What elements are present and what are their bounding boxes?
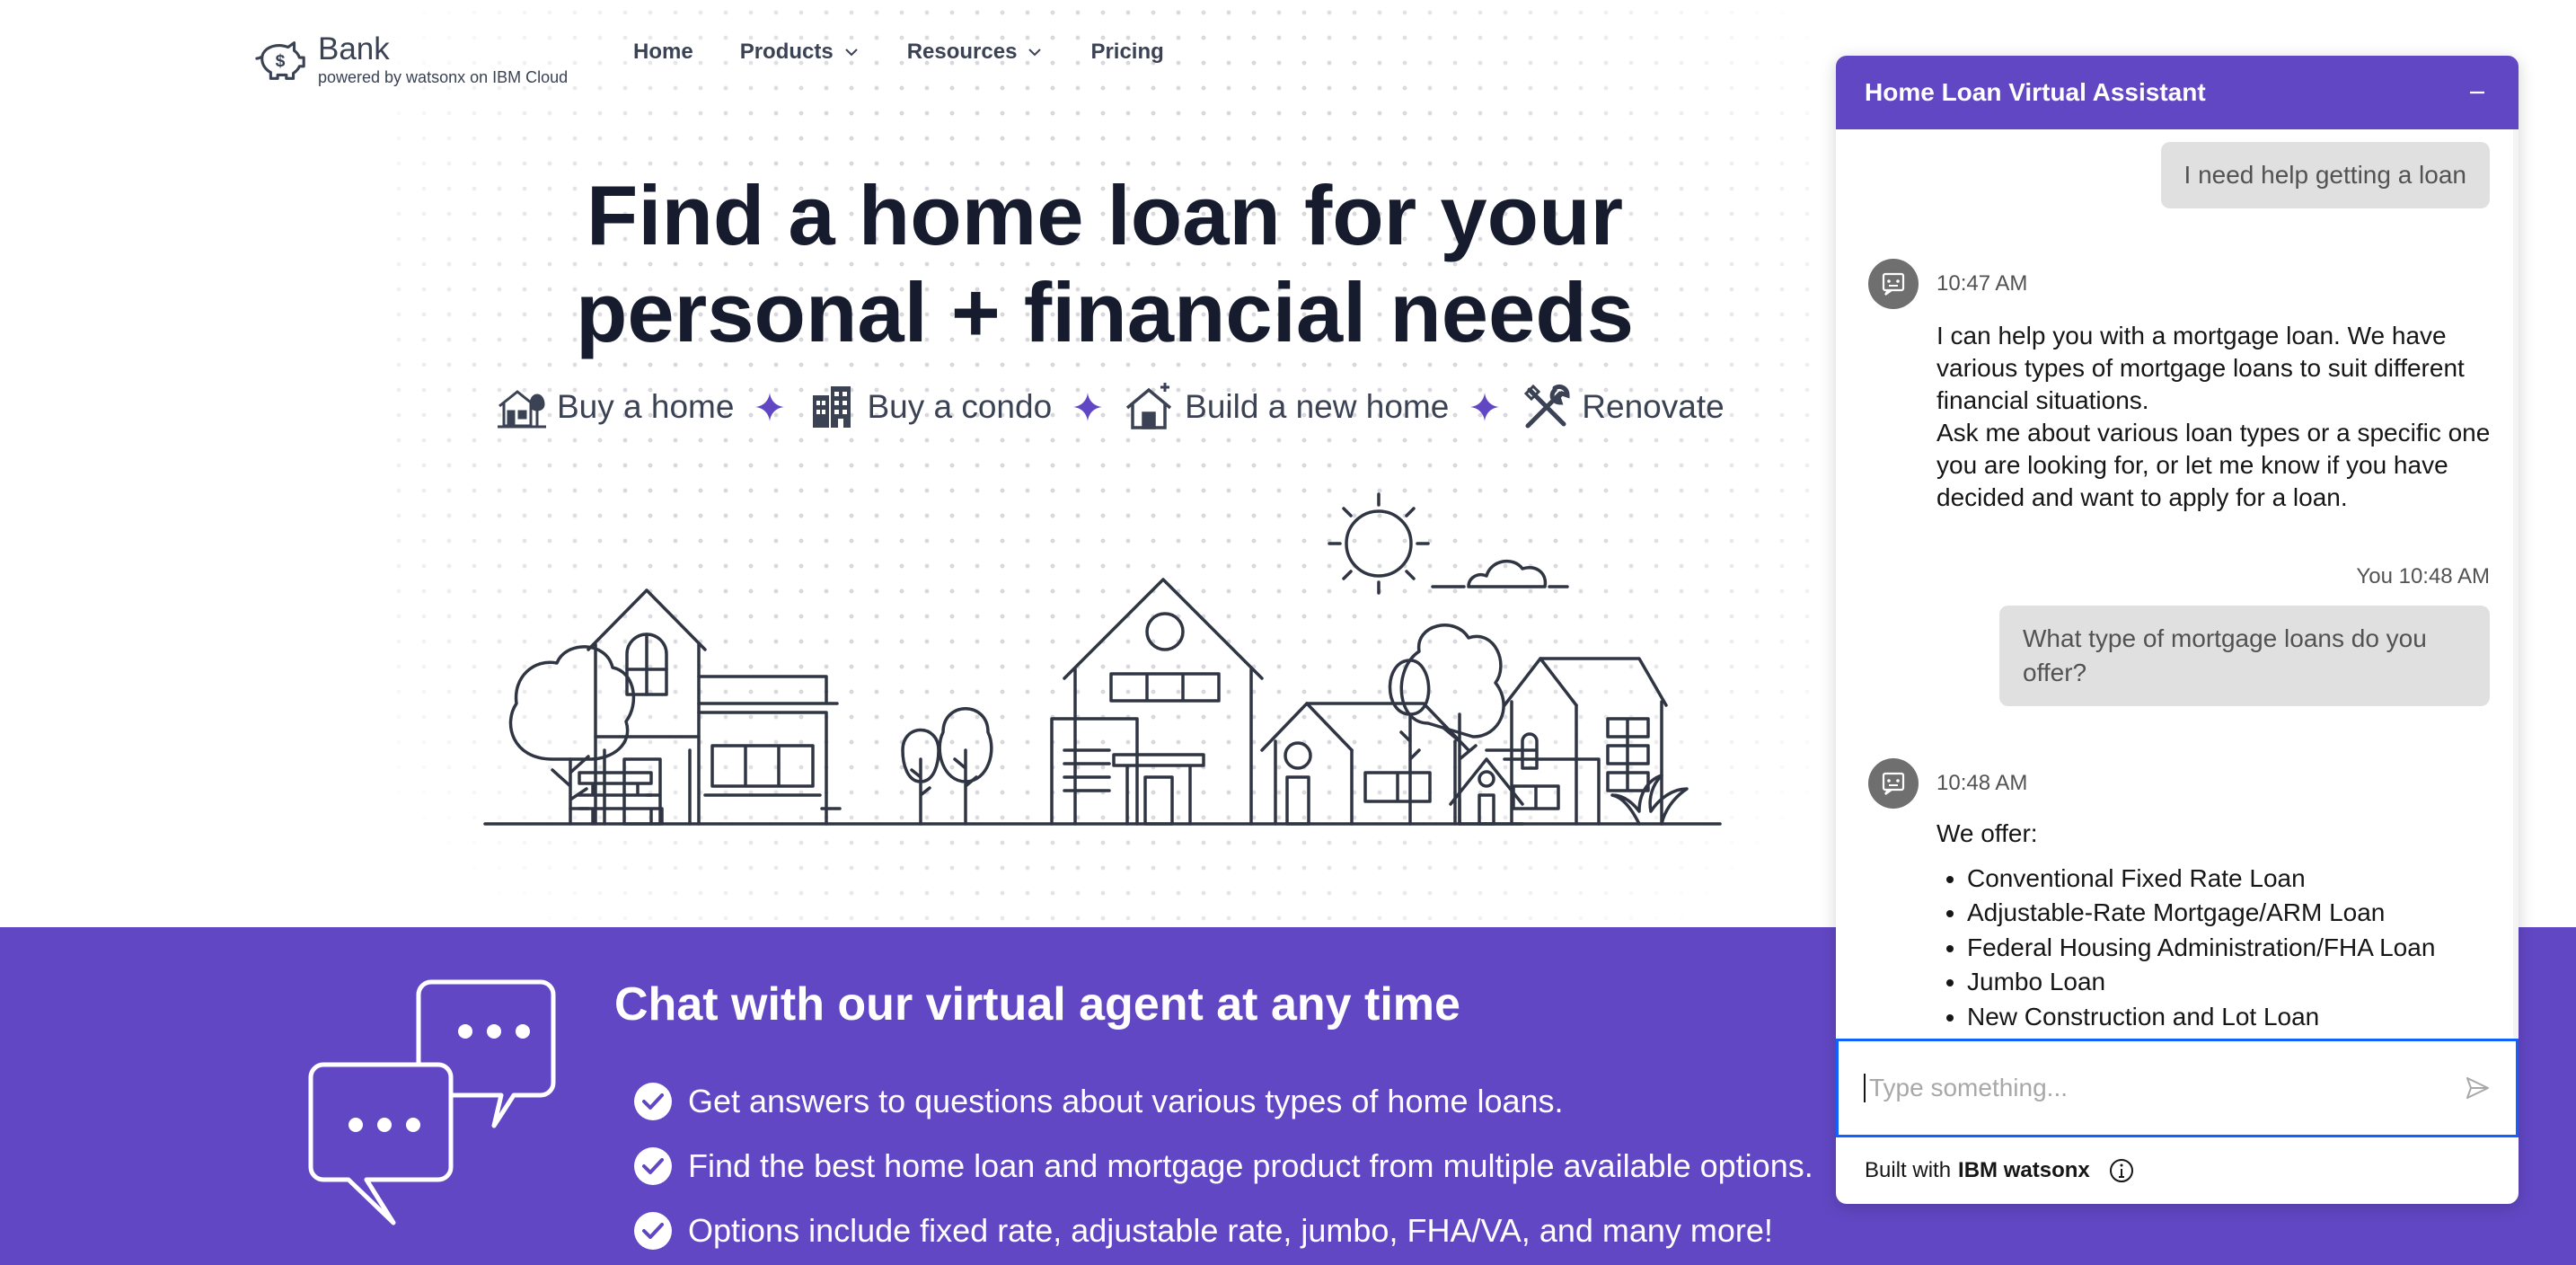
info-icon[interactable] <box>2108 1157 2135 1184</box>
bot-avatar-icon <box>1868 259 1919 309</box>
chat-header: Home Loan Virtual Assistant <box>1836 56 2519 129</box>
chat-input[interactable] <box>1864 1074 2464 1102</box>
nav-resources-label: Resources <box>906 40 1018 64</box>
svg-text:$: $ <box>276 51 286 71</box>
user-message: I need help getting a loan <box>2160 142 2490 208</box>
chevron-down-icon <box>1028 49 1042 57</box>
chat-input-container <box>1836 1039 2519 1137</box>
nav-pricing[interactable]: Pricing <box>1090 40 1163 65</box>
user-message: What type of mortgage loans do you offer… <box>1999 606 2490 706</box>
nav-resources[interactable]: Resources <box>907 40 1045 65</box>
tools-icon <box>1524 384 1570 429</box>
banner-points: Get answers to questions about various t… <box>634 1069 1813 1263</box>
banner-point-text: Find the best home loan and mortgage pro… <box>688 1147 1813 1184</box>
sparkle-icon <box>1470 393 1500 421</box>
chat-messages[interactable]: I need help getting a loan 10:47 AM I ca… <box>1836 129 2519 1039</box>
nav-products[interactable]: Products <box>740 40 860 65</box>
list-item: Conventional Fixed Rate Loan <box>1967 862 2506 895</box>
banner-point: Options include fixed rate, adjustable r… <box>634 1199 1813 1263</box>
list-item: Jumbo Loan <box>1967 966 2506 998</box>
minimize-icon[interactable] <box>2465 80 2490 105</box>
banner-title: Chat with our virtual agent at any time <box>614 978 1460 1031</box>
checkmark-icon <box>634 1147 672 1185</box>
brand-logo[interactable]: $ Bank powered by watsonx on IBM Cloud <box>253 32 568 88</box>
banner-point-text: Options include fixed rate, adjustable r… <box>688 1212 1773 1249</box>
hero-title: Find a home loan for your personal + fin… <box>503 167 1707 361</box>
loan-types-list: Conventional Fixed Rate Loan Adjustable-… <box>1967 862 2506 1035</box>
chat-panel: Home Loan Virtual Assistant I need help … <box>1836 56 2519 1204</box>
chat-title: Home Loan Virtual Assistant <box>1865 78 2206 106</box>
chat-bubbles-icon <box>308 979 556 1225</box>
brand-name: Bank <box>318 31 390 66</box>
checkmark-icon <box>634 1083 672 1120</box>
feature-build-home-label: Build a new home <box>1185 388 1450 425</box>
bot-message-text: Ask me about various loan types or a spe… <box>1936 419 2491 511</box>
banner-point: Find the best home loan and mortgage pro… <box>634 1134 1813 1199</box>
banner-point-text: Get answers to questions about various t… <box>688 1083 1564 1119</box>
banner-point: Get answers to questions about various t… <box>634 1069 1813 1134</box>
sparkle-icon <box>1073 393 1103 421</box>
piggy-bank-icon: $ <box>255 41 305 80</box>
house-tree-icon <box>498 390 546 429</box>
feature-buy-condo: Buy a condo <box>806 381 1052 433</box>
list-item: Adjustable-Rate Mortgage/ARM Loan <box>1967 897 2506 929</box>
bot-message-text: I can help you with a mortgage loan. We … <box>1936 322 2465 414</box>
footer-brand: IBM watsonx <box>1958 1158 2090 1182</box>
chat-footer: Built with IBM watsonx <box>1865 1157 2135 1184</box>
bot-avatar-icon <box>1868 758 1919 809</box>
hero-title-line2: personal + financial needs <box>575 265 1635 360</box>
nav-home-label: Home <box>633 40 693 64</box>
nav-products-label: Products <box>739 40 834 64</box>
feature-buy-home-label: Buy a home <box>557 388 735 425</box>
neighborhood-illustration <box>483 492 1722 826</box>
feature-list: Buy a home Buy a condo Build a new home … <box>496 381 1725 433</box>
nav-home[interactable]: Home <box>633 40 693 65</box>
main-nav: Home Products Resources Pricing <box>633 40 1164 65</box>
hero-title-line1: Find a home loan for your <box>586 168 1624 262</box>
bot-message-time: 10:48 AM <box>1936 771 2028 795</box>
footer-prefix: Built with <box>1865 1158 1952 1182</box>
checkmark-icon <box>634 1212 672 1250</box>
sparkle-icon <box>755 393 785 421</box>
list-item: Federal Housing Administration/FHA Loan <box>1967 932 2506 964</box>
feature-buy-condo-label: Buy a condo <box>867 388 1053 425</box>
send-icon[interactable] <box>2464 1075 2491 1101</box>
bot-message-time: 10:47 AM <box>1936 271 2028 296</box>
chevron-down-icon <box>844 49 858 57</box>
brand-tagline: powered by watsonx on IBM Cloud <box>318 68 569 86</box>
feature-renovate: Renovate <box>1521 381 1725 433</box>
nav-pricing-label: Pricing <box>1090 40 1164 64</box>
feature-renovate-label: Renovate <box>1582 388 1725 425</box>
list-item: New Construction and Lot Loan <box>1967 1001 2506 1033</box>
new-house-icon <box>1126 383 1172 429</box>
user-message-meta: You 10:48 AM <box>2356 564 2490 588</box>
buildings-icon <box>813 386 851 428</box>
feature-build-home: Build a new home <box>1124 381 1449 433</box>
bot-message-text: We offer: <box>1936 819 2038 847</box>
feature-buy-home: Buy a home <box>496 381 734 433</box>
chat-scrollbar[interactable] <box>2513 129 2519 1039</box>
